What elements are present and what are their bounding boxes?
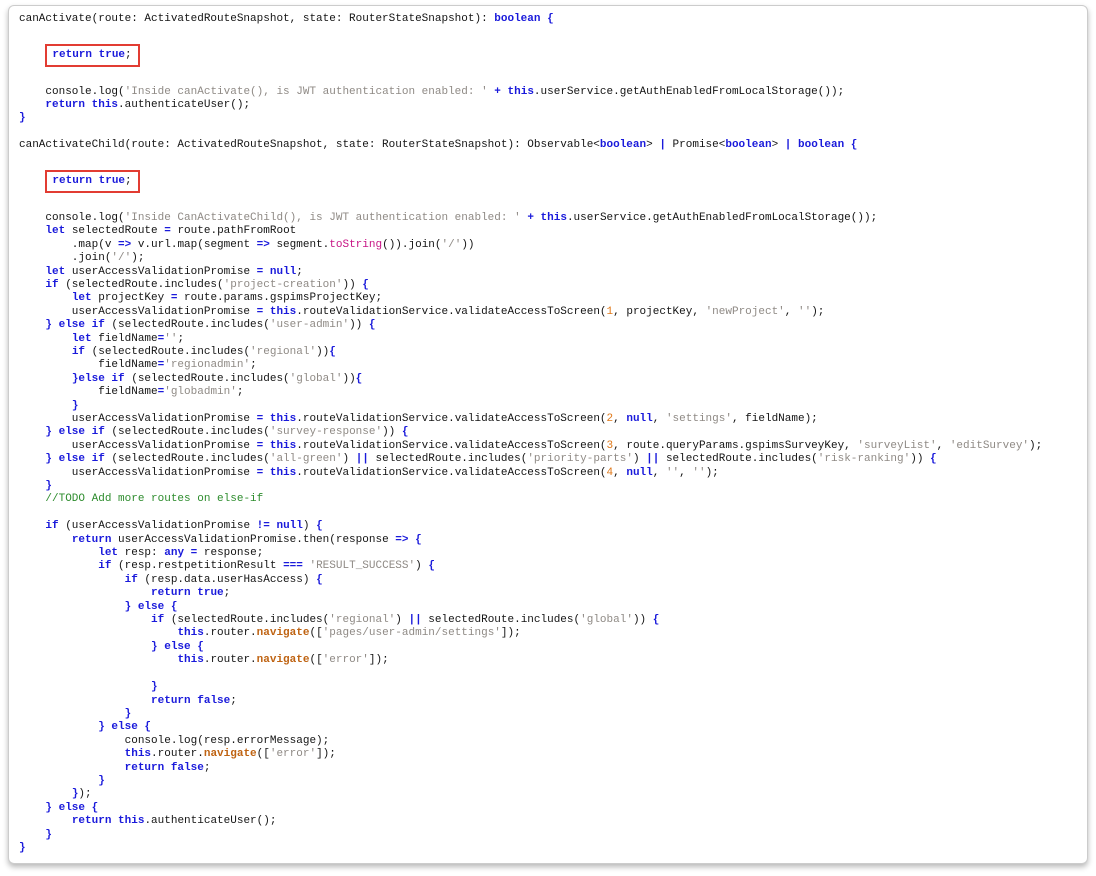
code-line: console.log(resp.errorMessage); — [19, 734, 330, 747]
code-line: } — [19, 112, 26, 125]
code-line: .map(v => v.url.map(segment => segment.t… — [19, 238, 475, 251]
code-line: if (selectedRoute.includes('regional')){ — [71, 345, 336, 358]
code-line: } else { — [45, 801, 99, 814]
code-line: } — [124, 707, 132, 720]
code-line: return true; — [19, 169, 1081, 194]
code-line: let resp: any = response; — [98, 547, 264, 560]
code-line: .join('/'); — [19, 252, 145, 265]
code-line: let userAccessValidationPromise = null; — [45, 265, 303, 278]
code-line: if (selectedRoute.includes('project-crea… — [45, 278, 369, 291]
code-line: } else { — [98, 721, 152, 734]
code-line: }); — [71, 788, 92, 801]
code-line: return this.authenticateUser(); — [71, 815, 277, 828]
code-line: return true; — [151, 587, 231, 600]
highlight-box: return true; — [45, 43, 140, 68]
code-line: } else { — [124, 600, 178, 613]
code-line: return this.authenticateUser(); — [45, 99, 251, 112]
code-line: }else if (selectedRoute.includes('global… — [71, 372, 363, 385]
code-line: } else if (selectedRoute.includes('all-g… — [45, 453, 937, 466]
code-line: userAccessValidationPromise = this.route… — [19, 466, 719, 479]
code-line: canActivate(route: ActivatedRouteSnapsho… — [19, 13, 554, 25]
document-frame: canActivate(route: ActivatedRouteSnapsho… — [8, 5, 1088, 865]
code-line: //TODO Add more routes on else-if — [45, 493, 264, 506]
code-line: this.router.navigate(['error']); — [177, 654, 389, 667]
code-line: let selectedRoute = route.pathFromRoot — [45, 225, 297, 238]
code-line: console.log('Inside CanActivateChild(), … — [19, 211, 878, 224]
highlight-box: return true; — [45, 170, 140, 194]
code-line: userAccessValidationPromise = this.route… — [19, 439, 1043, 452]
code-line: } — [151, 681, 158, 694]
code-line: console.log('Inside canActivate(), is JW… — [19, 85, 845, 98]
code-line: } — [45, 480, 53, 492]
code-line: fieldName='regionadmin'; — [19, 359, 257, 372]
code-line: } — [98, 774, 105, 787]
code-line: return userAccessValidationPromise.then(… — [71, 533, 422, 546]
code-line: userAccessValidationPromise = this.route… — [19, 305, 825, 318]
code-line: } else { — [151, 640, 204, 653]
code-line: } — [19, 841, 26, 854]
code-line: return true; — [19, 43, 1081, 68]
code-line: this.router.navigate(['pages/user-admin/… — [177, 627, 521, 640]
code-line: return false; — [124, 761, 211, 774]
code-line: userAccessValidationPromise = this.route… — [19, 412, 818, 425]
code-line: if (resp.restpetitionResult === 'RESULT_… — [98, 560, 435, 573]
code-line: } else if (selectedRoute.includes('user-… — [45, 319, 376, 332]
code-line: if (selectedRoute.includes('regional') |… — [151, 614, 660, 627]
code-line: } — [71, 399, 79, 412]
code-line: this.router.navigate(['error']); — [124, 748, 336, 761]
code-line: } else if (selectedRoute.includes('surve… — [45, 426, 409, 439]
code-line: if (resp.data.userHasAccess) { — [124, 573, 323, 586]
code-line: let projectKey = route.params.gspimsProj… — [71, 292, 383, 305]
code-line: fieldName='globadmin'; — [19, 386, 244, 399]
code-line: canActivateChild(route: ActivatedRouteSn… — [19, 139, 858, 152]
code-line: } — [45, 828, 53, 841]
code-line: let fieldName=''; — [71, 332, 185, 345]
code-line: if (userAccessValidationPromise != null)… — [45, 520, 323, 533]
code-line: return false; — [151, 694, 237, 707]
code-block: canActivate(route: ActivatedRouteSnapsho… — [19, 13, 1081, 855]
